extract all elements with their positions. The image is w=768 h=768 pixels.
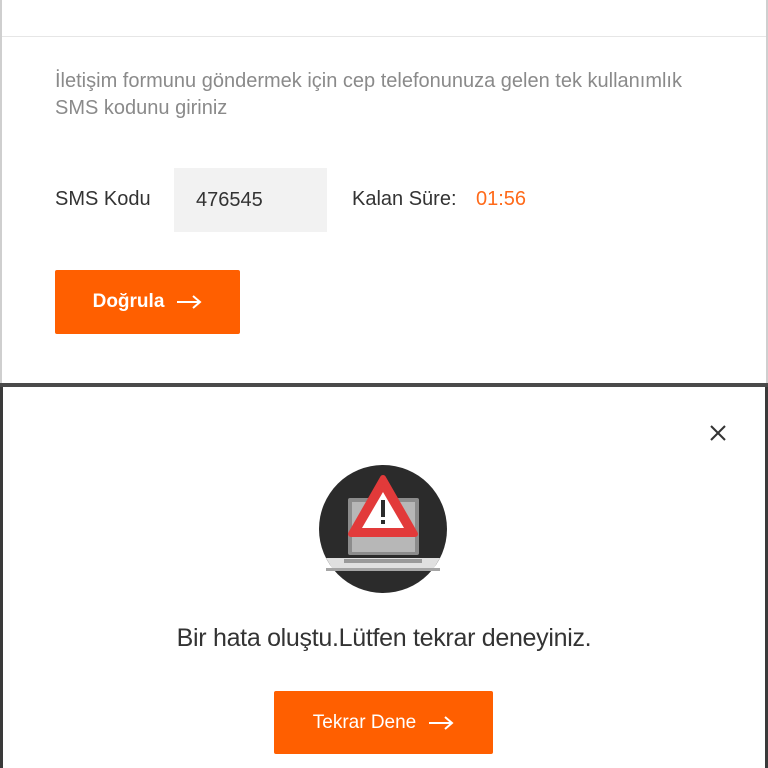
sms-verification-panel: İletişim formunu göndermek için cep tele… bbox=[0, 0, 768, 386]
verify-button[interactable]: Doğrula bbox=[55, 270, 240, 334]
verify-button-label: Doğrula bbox=[92, 291, 165, 312]
close-icon bbox=[710, 425, 726, 441]
sms-code-input[interactable] bbox=[174, 168, 327, 232]
retry-button[interactable]: Tekrar Dene bbox=[274, 691, 493, 754]
screen: İletişim formunu göndermek için cep tele… bbox=[0, 0, 768, 768]
retry-button-label: Tekrar Dene bbox=[312, 711, 417, 733]
close-button[interactable] bbox=[706, 421, 730, 445]
error-message: Bir hata oluştu.Lütfen tekrar deneyiniz. bbox=[176, 624, 592, 652]
remaining-time-value: 01:56 bbox=[476, 188, 527, 210]
sms-instruction-text: İletişim formunu göndermek için cep tele… bbox=[55, 70, 682, 119]
remaining-time-label: Kalan Süre: bbox=[352, 188, 457, 210]
header-divider bbox=[2, 36, 766, 37]
arrow-right-icon bbox=[429, 715, 454, 730]
arrow-right-icon bbox=[177, 295, 202, 309]
laptop-warning-icon bbox=[319, 465, 447, 593]
sms-code-label: SMS Kodu bbox=[55, 188, 151, 210]
